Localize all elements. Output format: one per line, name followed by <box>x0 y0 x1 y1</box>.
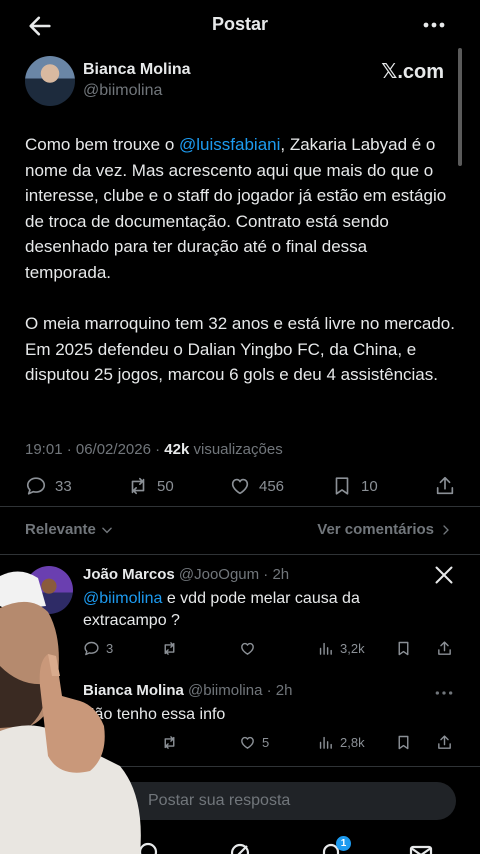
chevron-down-icon <box>102 527 112 533</box>
post-meta: 19:01 · 06/02/2026 · 42k visualizações <box>25 441 283 458</box>
views-button[interactable]: 2,8k <box>317 732 365 752</box>
like-icon <box>241 642 254 655</box>
repost-count: 50 <box>157 477 174 495</box>
share-button[interactable] <box>434 472 456 500</box>
views-icon <box>319 642 332 655</box>
post-actions: 33 50 456 10 <box>0 472 480 500</box>
repost-button[interactable] <box>161 638 178 658</box>
views-count: 2,8k <box>340 734 365 750</box>
bookmark-icon <box>335 477 349 495</box>
views-count[interactable]: 42k <box>164 441 189 458</box>
like-count: 456 <box>259 477 285 495</box>
post-text-part: , Zakaria Labyad é o nome da vez. Mas ac… <box>25 135 447 282</box>
see-comments-link[interactable]: Ver comentários <box>317 521 452 538</box>
share-button[interactable] <box>436 638 453 658</box>
see-comments-label: Ver comentários <box>317 521 434 538</box>
notifications-badge: 1 <box>336 836 351 851</box>
like-icon <box>231 478 249 495</box>
reply-button[interactable]: 33 <box>25 472 72 500</box>
avatar[interactable] <box>25 56 75 106</box>
share-icon <box>436 476 454 495</box>
views-label: visualizações <box>189 441 283 458</box>
share-button[interactable] <box>436 732 453 752</box>
bookmark-button[interactable] <box>395 638 412 658</box>
author-handle[interactable]: @biimolina <box>83 82 162 100</box>
reply-handle-time: @biimolina · 2h <box>183 682 293 699</box>
repost-icon <box>164 735 175 749</box>
like-count: 5 <box>262 734 270 750</box>
x-logo-icon <box>435 566 453 584</box>
sort-dropdown[interactable]: Relevante <box>25 521 114 538</box>
bookmark-button[interactable]: 10 <box>331 472 378 500</box>
more-icon[interactable] <box>422 14 446 36</box>
bookmark-icon <box>398 735 409 749</box>
reply-count: 33 <box>55 477 72 495</box>
like-button[interactable]: 5 <box>239 732 269 752</box>
more-icon[interactable] <box>434 683 454 703</box>
post-text-part: Como bem trouxe o <box>25 135 180 154</box>
bookmark-count: 10 <box>361 477 378 495</box>
repost-icon <box>164 641 175 655</box>
author-name[interactable]: Bianca Molina <box>83 61 191 79</box>
scrollbar[interactable] <box>458 48 462 166</box>
views-button[interactable]: 3,2k <box>317 638 365 658</box>
share-icon <box>438 734 451 749</box>
source-brand: 𝕏.com <box>381 61 444 83</box>
page-title: Postar <box>211 14 269 34</box>
divider <box>0 506 480 507</box>
chevron-right-icon <box>443 524 449 535</box>
post-timestamp: 19:01 · 06/02/2026 · <box>25 441 165 458</box>
repost-button[interactable] <box>161 732 178 752</box>
repost-button[interactable]: 50 <box>127 472 174 500</box>
grok-icon[interactable] <box>227 840 253 854</box>
like-button[interactable]: 456 <box>229 472 284 500</box>
share-icon <box>438 640 451 655</box>
streamer-video-overlay <box>0 571 141 854</box>
post-text: Como bem trouxe o @luissfabiani, Zakaria… <box>25 132 455 414</box>
post-paragraph-2: O meia marroquino tem 32 anos e está liv… <box>25 314 455 385</box>
bookmark-icon <box>398 641 409 655</box>
like-icon <box>241 736 254 749</box>
views-icon <box>319 736 332 749</box>
post-paragraph-1: Como bem trouxe o @luissfabiani, Zakaria… <box>25 132 455 286</box>
divider <box>0 554 480 555</box>
reply-handle-time: @JooOgum · 2h <box>174 566 290 583</box>
top-bar: Postar <box>0 0 480 50</box>
messages-icon[interactable] <box>408 840 434 854</box>
repost-icon <box>131 477 145 495</box>
reply-icon <box>26 477 46 495</box>
mention-link[interactable]: @luissfabiani <box>179 135 280 154</box>
like-button[interactable] <box>239 638 256 658</box>
bookmark-button[interactable] <box>395 732 412 752</box>
views-count: 3,2k <box>340 640 365 656</box>
sort-label: Relevante <box>25 521 96 538</box>
